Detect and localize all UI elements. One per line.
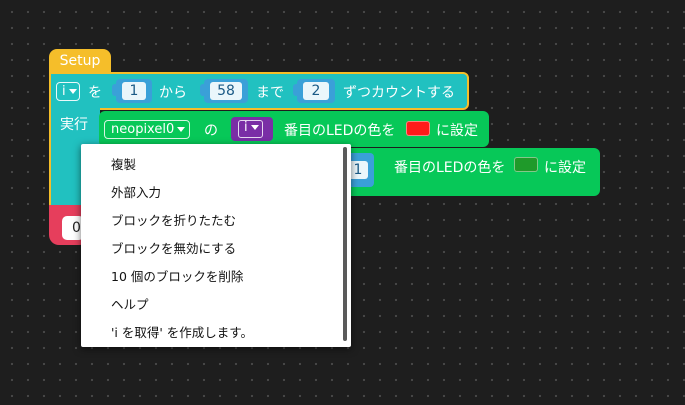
menu-item-create-getter[interactable]: 'i を取得' を作成します。 — [111, 322, 253, 341]
to-value-field[interactable]: 58 — [210, 82, 242, 100]
loop-variable-dropdown[interactable]: i — [56, 82, 80, 101]
block-context-menu: 複製 外部入力 ブロックを折りたたむ ブロックを無効にする 10 個のブロックを… — [81, 144, 351, 347]
led-color-label-2: 番目のLEDの色を — [394, 160, 506, 176]
index-variable-label: i — [244, 120, 248, 135]
setup-block-title[interactable]: Setup — [49, 49, 111, 73]
from-value-field[interactable]: 1 — [122, 82, 146, 100]
index-variable-block[interactable]: i — [231, 117, 273, 141]
context-menu-scrollbar[interactable] — [343, 147, 347, 341]
wo-label: を — [88, 85, 102, 101]
no-label: の — [204, 123, 218, 139]
chevron-down-icon — [177, 127, 186, 132]
from-number-block[interactable]: 1 — [112, 79, 152, 103]
color-picker-green[interactable] — [514, 157, 538, 172]
neopixel-device-dropdown[interactable]: neopixel0 — [104, 120, 191, 139]
menu-item-disable-block[interactable]: ブロックを無効にする — [111, 238, 236, 257]
set-label-1: に設定 — [436, 123, 478, 139]
made-label: まで — [256, 85, 284, 101]
color-picker-red[interactable] — [406, 121, 430, 136]
neopixel-device-label: neopixel0 — [111, 122, 175, 137]
kara-label: から — [159, 85, 187, 101]
index-value-field-2[interactable]: 1 — [348, 161, 368, 179]
menu-item-help[interactable]: ヘルプ — [111, 294, 149, 313]
set-label-2: に設定 — [544, 160, 586, 176]
menu-item-delete-blocks[interactable]: 10 個のブロックを削除 — [111, 266, 243, 285]
index-variable-dropdown[interactable]: i — [238, 120, 263, 138]
chevron-down-icon — [250, 125, 259, 130]
chevron-down-icon — [68, 89, 77, 94]
step-value-field[interactable]: 2 — [303, 82, 329, 100]
menu-item-duplicate[interactable]: 複製 — [111, 154, 136, 173]
do-label: 実行 — [60, 117, 88, 133]
menu-item-collapse-block[interactable]: ブロックを折りたたむ — [111, 210, 236, 229]
to-number-block[interactable]: 58 — [200, 79, 248, 103]
step-number-block[interactable]: 2 — [293, 79, 335, 103]
count-label: ずつカウントする — [343, 85, 455, 101]
led-color-label-1: 番目のLEDの色を — [284, 123, 396, 139]
menu-item-external-inputs[interactable]: 外部入力 — [111, 182, 161, 201]
loop-variable-label: i — [62, 84, 66, 99]
